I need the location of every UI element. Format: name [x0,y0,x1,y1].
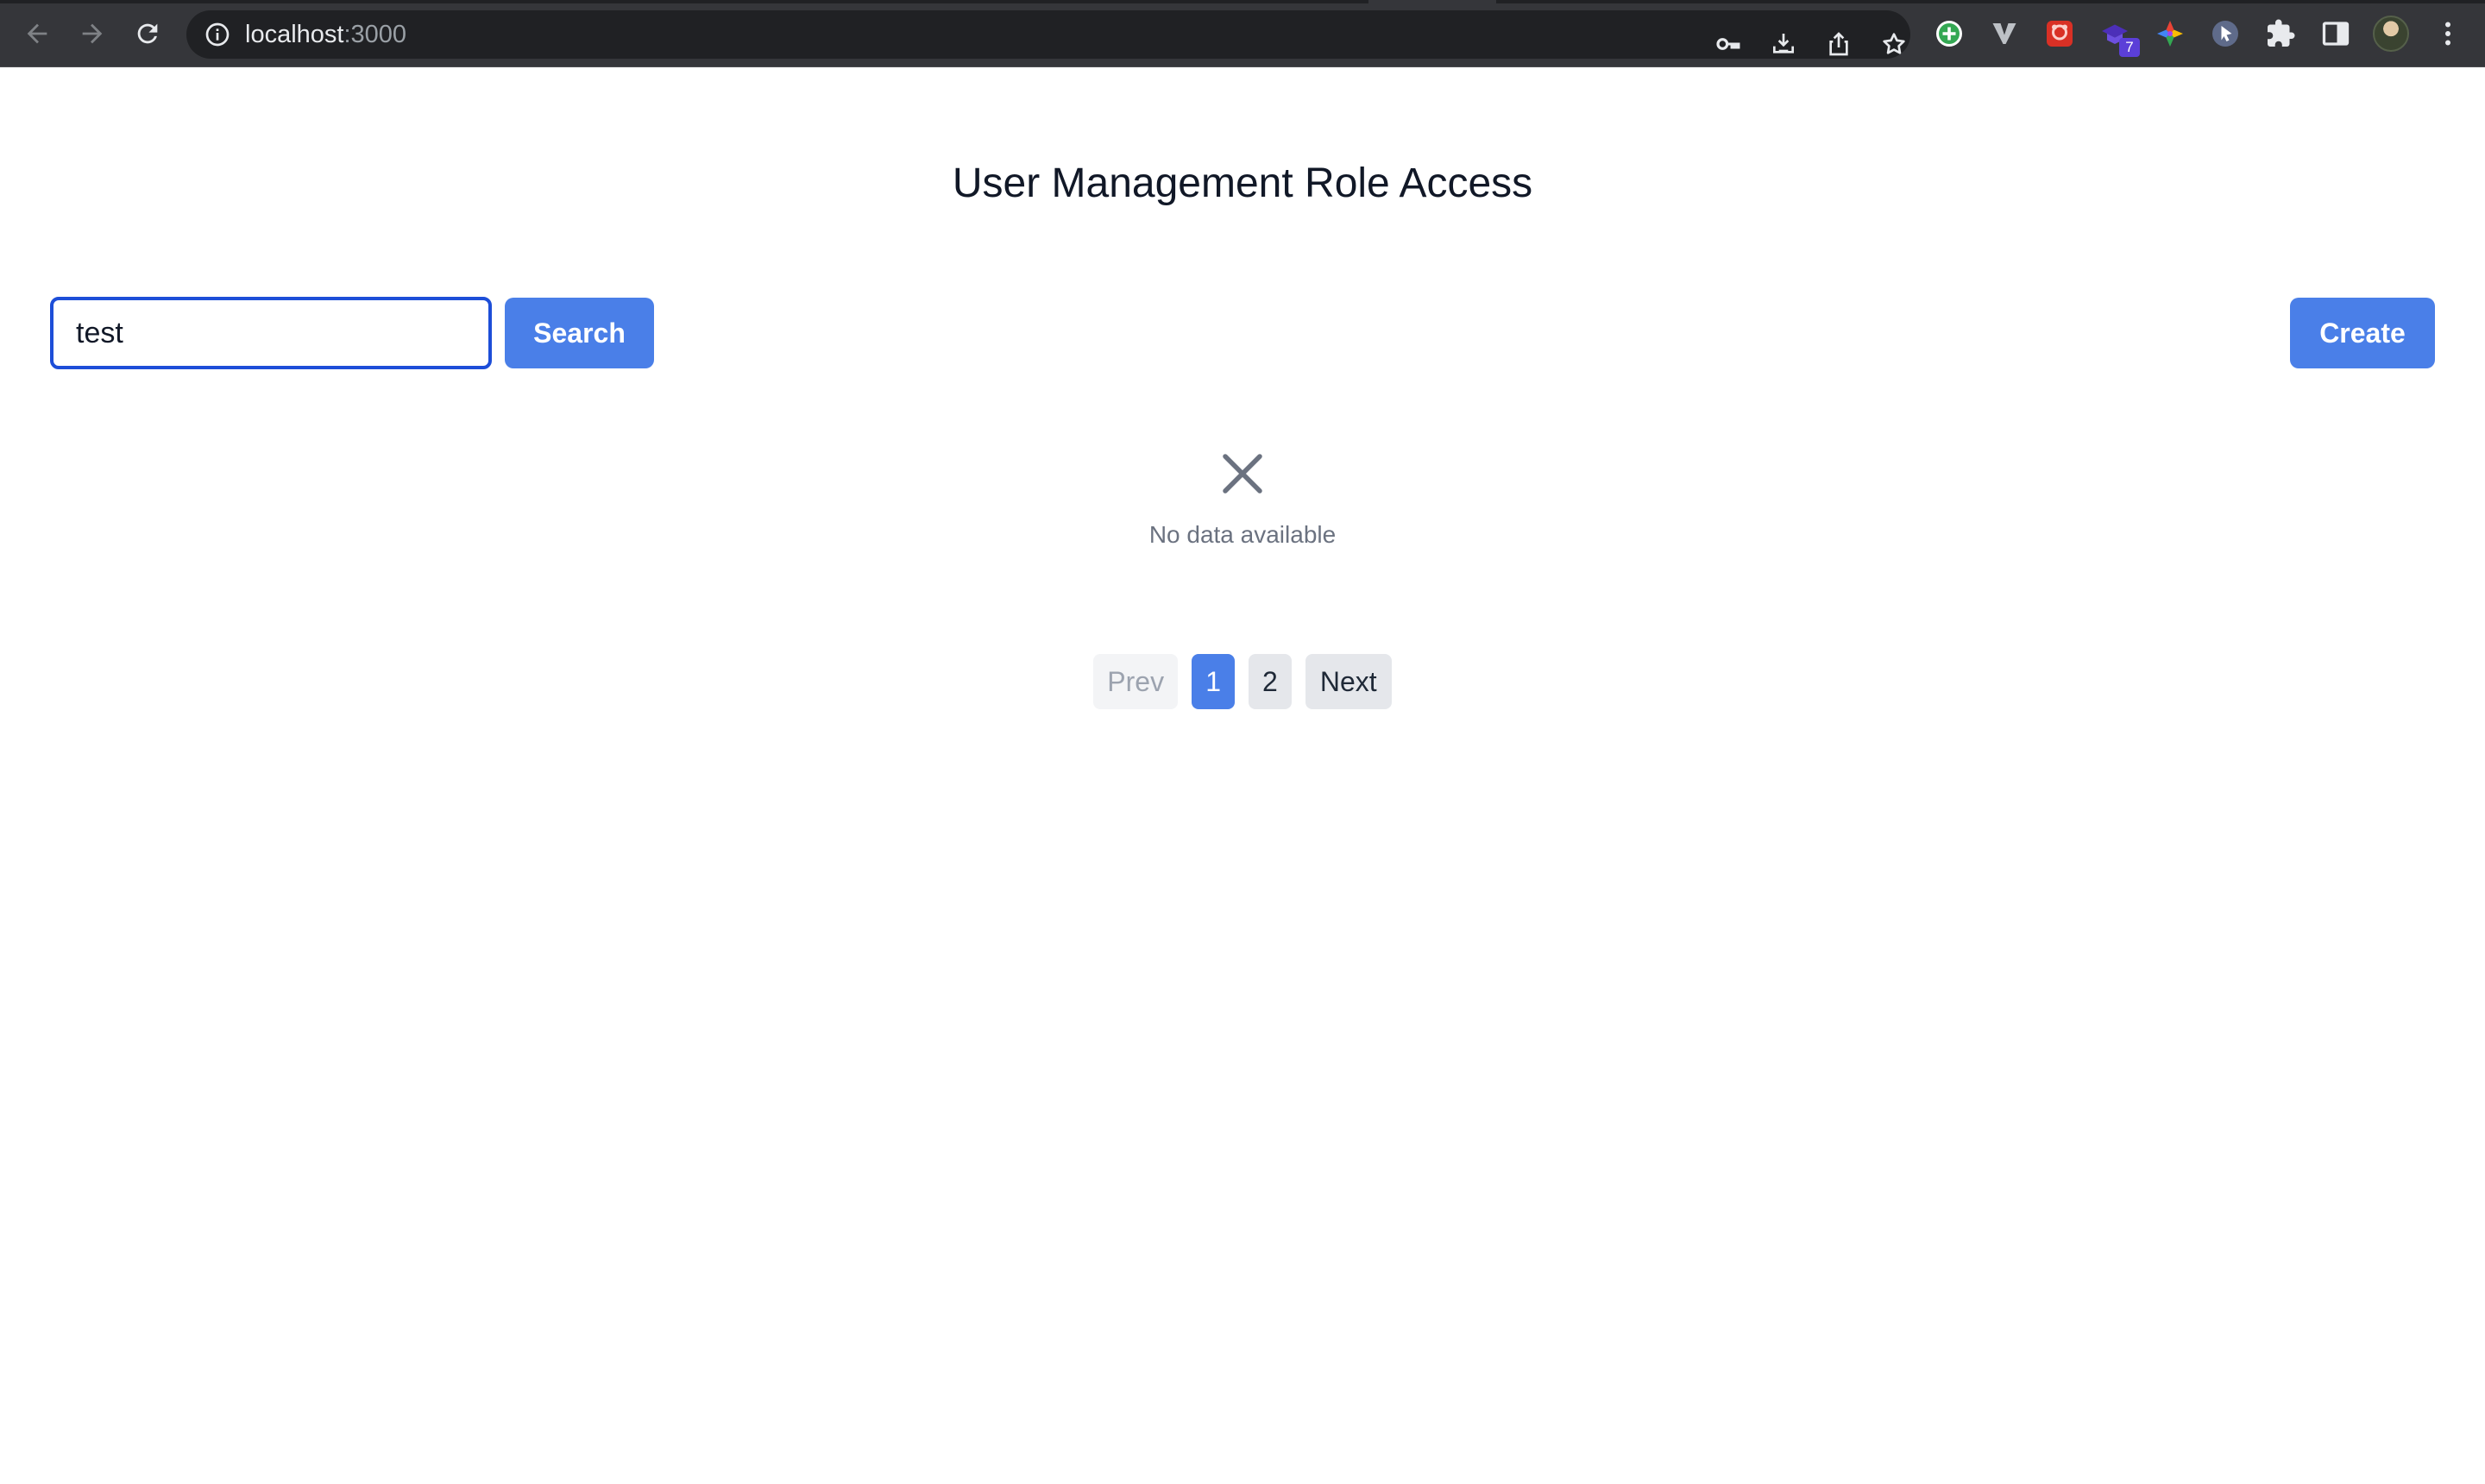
profile-avatar[interactable] [2373,16,2409,52]
back-button[interactable] [16,12,59,55]
empty-message: No data available [1148,521,1337,548]
prev-page-button[interactable]: Prev [1093,654,1179,709]
cursor-ext-icon [2212,21,2238,47]
browser-menu-button[interactable] [2430,16,2466,52]
active-tab-edge [1368,0,1496,3]
extension-vimium[interactable] [1986,16,2023,52]
password-key-button[interactable] [1712,28,1745,60]
extension-plus[interactable] [1931,16,1967,52]
extension-cursor[interactable] [2207,16,2243,52]
browser-toolbar: localhost:3000 7 [0,0,2485,67]
pagination: Prev 1 2 Next [0,654,2485,709]
next-page-button[interactable]: Next [1305,654,1392,709]
arrow-left-icon [27,23,47,44]
share-button[interactable] [1822,28,1855,60]
star-icon [1883,33,1905,54]
side-panel-button[interactable] [2318,16,2354,52]
address-bar[interactable]: localhost:3000 [186,10,1910,59]
extension-red[interactable] [2041,16,2078,52]
download-icon [1773,34,1794,53]
url-text: localhost:3000 [245,21,406,48]
empty-state: No data available [0,448,2485,550]
key-icon [1716,38,1740,50]
url-host: localhost [245,21,344,48]
tab-strip [0,0,2485,3]
color-wheel-icon [2157,21,2183,47]
search-button[interactable]: Search [505,298,654,368]
info-icon[interactable] [204,21,231,48]
red-ext-icon [2047,21,2073,47]
page-button-1[interactable]: 1 [1192,654,1235,709]
close-x-icon [1223,454,1262,494]
page-button-2[interactable]: 2 [1249,654,1292,709]
search-input[interactable] [50,297,492,369]
puzzle-icon [2268,19,2295,47]
create-button[interactable]: Create [2290,298,2435,368]
extension-badge: 7 [2119,38,2140,57]
install-app-button[interactable] [1767,28,1800,60]
arrow-right-icon [82,23,103,44]
extension-purple[interactable]: 7 [2097,16,2140,57]
url-port: :3000 [343,21,407,48]
page-title: User Management Role Access [952,160,1533,206]
forward-button[interactable] [71,12,114,55]
bookmark-button[interactable] [1878,28,1910,60]
share-icon [1829,32,1848,56]
extensions-menu-button[interactable] [2262,16,2299,52]
page-content: User Management Role Access Search Creat… [0,68,2485,1484]
reload-icon [137,23,158,44]
plus-circle-icon [1936,21,1962,47]
vimium-v-icon [1992,23,2016,44]
extension-color[interactable] [2152,16,2188,52]
side-panel-icon [2322,22,2350,46]
reload-button[interactable] [126,12,169,55]
more-vertical-icon [2445,22,2450,46]
